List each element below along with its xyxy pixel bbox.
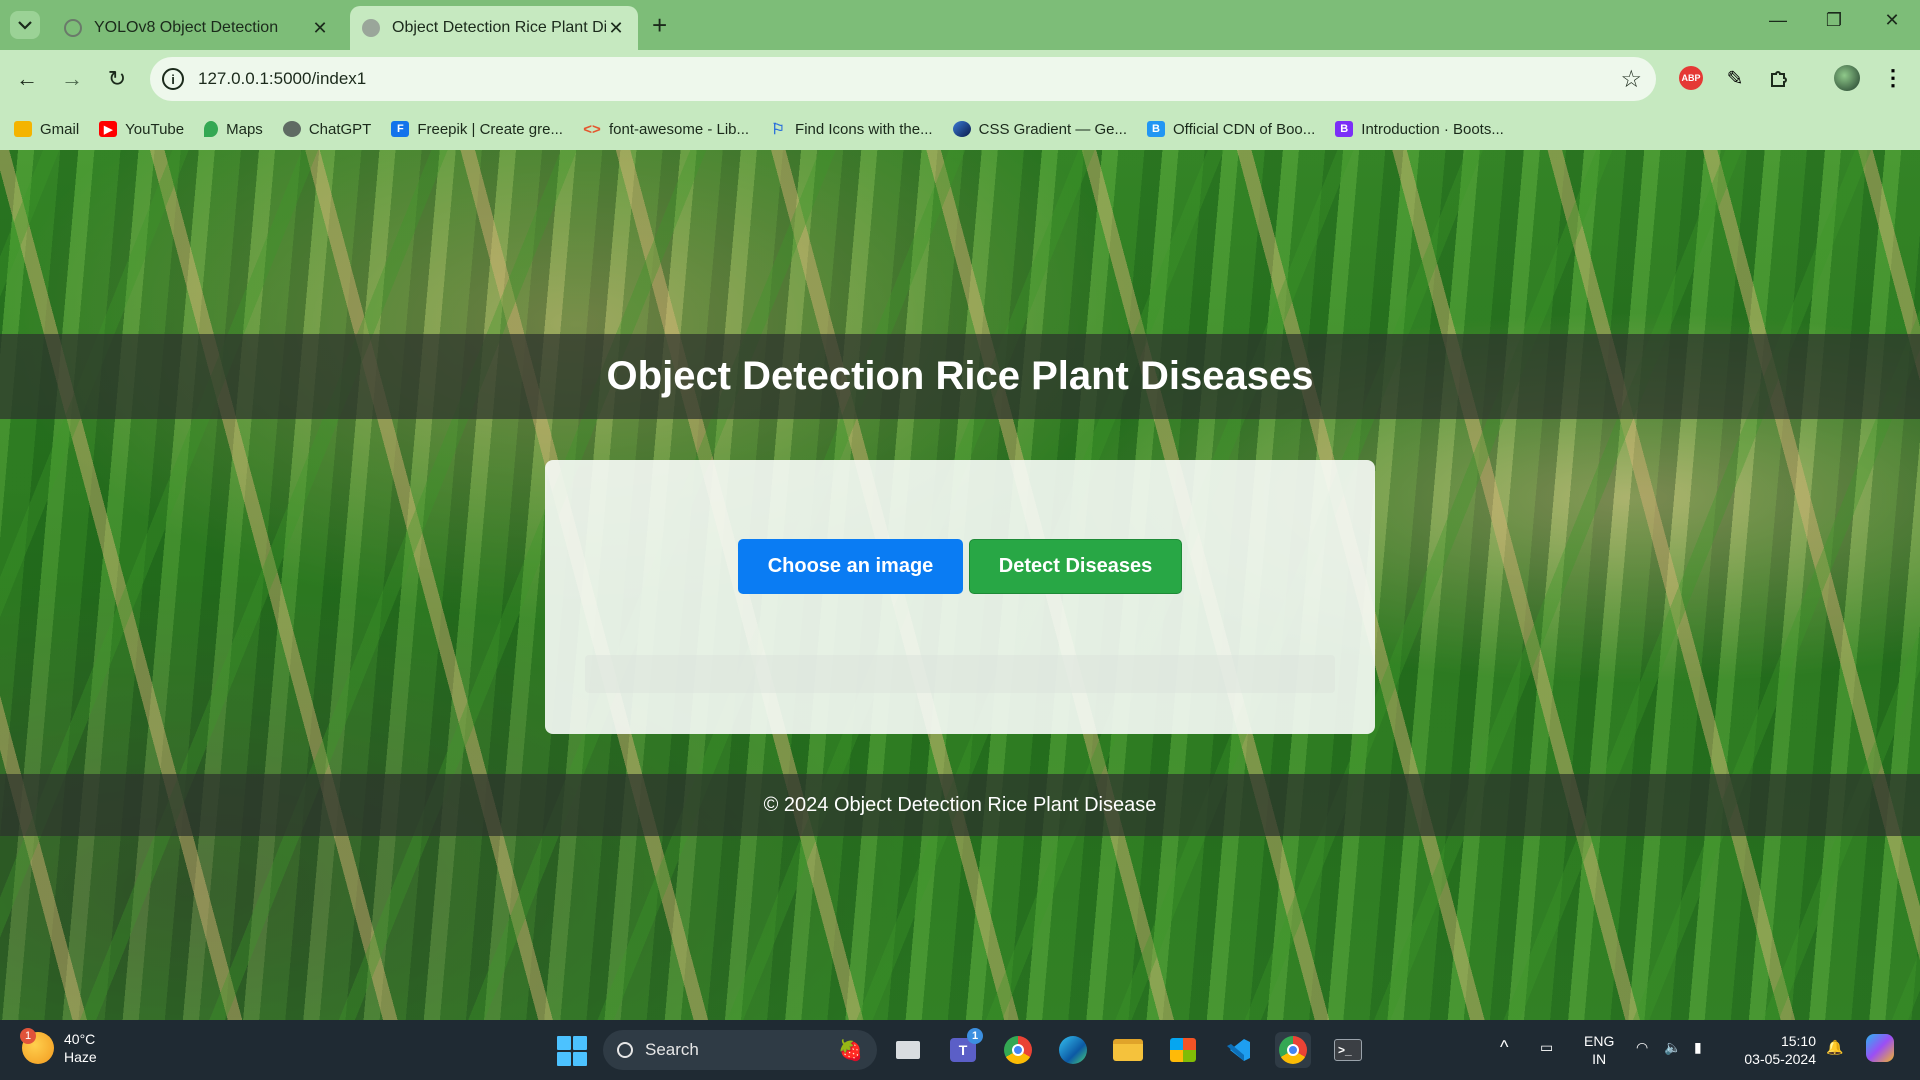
chrome-icon[interactable]: [1000, 1032, 1036, 1068]
microsoft-store-icon[interactable]: [1165, 1032, 1201, 1068]
tray-chevron-up-icon[interactable]: ^: [1500, 1038, 1508, 1056]
weather-condition-text: Haze: [64, 1049, 97, 1065]
profile-avatar[interactable]: [1832, 63, 1862, 93]
weather-badge: 1: [20, 1028, 36, 1044]
chrome-active-icon[interactable]: [1275, 1032, 1311, 1068]
menu-kebab-icon[interactable]: ⋮: [1878, 63, 1908, 93]
address-bar[interactable]: i 127.0.0.1:5000/index1 ☆: [150, 57, 1656, 101]
reload-icon[interactable]: ↻: [102, 64, 132, 94]
upload-card: Choose an image Detect Diseases: [545, 460, 1375, 734]
tab-title: YOLOv8 Object Detection: [94, 19, 279, 36]
temperature-text: 40°C: [64, 1031, 96, 1047]
tab-strip: YOLOv8 Object Detection ✕ Object Detecti…: [0, 0, 1920, 50]
new-tab-button[interactable]: +: [652, 10, 667, 41]
bookmark-star-icon[interactable]: ☆: [1620, 65, 1642, 94]
code-icon: <>: [583, 120, 601, 138]
teams-icon[interactable]: T 1: [945, 1028, 983, 1068]
bookmark-gmail[interactable]: Gmail: [14, 121, 79, 138]
freepik-icon: F: [391, 121, 410, 137]
weather-widget[interactable]: 1 40°C Haze: [20, 1028, 97, 1066]
taskbar-search[interactable]: Search 🍓: [603, 1030, 877, 1070]
forward-icon[interactable]: →: [57, 64, 87, 94]
tab-title: Object Detection Rice Plant Dise: [392, 19, 606, 36]
search-placeholder: Search: [645, 1040, 699, 1059]
vscode-icon[interactable]: [1220, 1032, 1256, 1068]
copilot-icon[interactable]: [1866, 1034, 1894, 1062]
youtube-icon: ▶: [99, 121, 118, 137]
bookmark-freepik[interactable]: F Freepik | Create gre...: [391, 121, 563, 138]
page-footer: © 2024 Object Detection Rice Plant Disea…: [0, 774, 1920, 836]
windows-taskbar: 1 40°C Haze Search 🍓 T 1 >_ ^ ▭ ENG IN ◠…: [0, 1020, 1920, 1080]
close-icon[interactable]: ✕: [606, 18, 626, 39]
tray-display-icon[interactable]: ▭: [1540, 1038, 1553, 1056]
bookmark-official-cdn[interactable]: B Official CDN of Boo...: [1147, 121, 1315, 138]
url-text[interactable]: 127.0.0.1:5000/index1: [198, 69, 366, 89]
chevron-down-icon: [18, 21, 32, 30]
terminal-icon[interactable]: >_: [1330, 1032, 1366, 1068]
notification-bell-icon[interactable]: 🔔: [1826, 1038, 1843, 1056]
search-icon: [617, 1042, 633, 1058]
back-icon[interactable]: ←: [12, 64, 42, 94]
browser-toolbar: ← → ↻ i 127.0.0.1:5000/index1 ☆ ABP ✎ ⋮: [0, 50, 1920, 108]
gmail-icon: [14, 121, 32, 137]
start-windows-icon[interactable]: [557, 1036, 587, 1066]
clock[interactable]: 15:10 03-05-2024: [1734, 1032, 1816, 1068]
bookmark-find-icons[interactable]: ⚐ Find Icons with the...: [769, 121, 932, 139]
close-window-icon[interactable]: ✕: [1872, 10, 1912, 31]
bookmark-youtube[interactable]: ▶ YouTube: [99, 121, 184, 138]
bookmarks-bar: Gmail ▶ YouTube Maps ChatGPT F Freepik |…: [0, 108, 1920, 150]
bookmark-css-gradient[interactable]: CSS Gradient — Ge...: [952, 121, 1127, 138]
minimize-icon[interactable]: —: [1758, 10, 1798, 31]
chatgpt-icon: [282, 121, 301, 137]
close-icon[interactable]: ✕: [310, 18, 330, 39]
extension-eye-icon[interactable]: ✎: [1720, 63, 1750, 93]
strawberry-icon: 🍓: [838, 1040, 863, 1062]
task-view-icon[interactable]: [890, 1032, 926, 1068]
battery-icon[interactable]: ▮: [1694, 1038, 1702, 1056]
b-icon: B: [1147, 121, 1165, 137]
file-explorer-icon[interactable]: [1110, 1032, 1146, 1068]
tab-rice-plant[interactable]: Object Detection Rice Plant Dise ✕: [350, 6, 638, 50]
wifi-icon[interactable]: ◠: [1636, 1038, 1648, 1056]
bookmark-font-awesome[interactable]: <> font-awesome - Lib...: [583, 121, 749, 138]
page-header: Object Detection Rice Plant Diseases: [0, 334, 1920, 419]
site-info-icon[interactable]: i: [162, 68, 184, 90]
edge-icon[interactable]: [1055, 1032, 1091, 1068]
bookmark-chatgpt[interactable]: ChatGPT: [282, 121, 371, 138]
maps-icon: [204, 121, 219, 137]
bookmark-bootstrap-intro[interactable]: B Introduction · Boots...: [1335, 121, 1504, 138]
flag-icon: ⚐: [771, 121, 785, 138]
page-title: Object Detection Rice Plant Diseases: [606, 354, 1314, 398]
volume-icon[interactable]: 🔈: [1664, 1038, 1681, 1056]
language-indicator[interactable]: ENG IN: [1584, 1032, 1614, 1068]
page-viewport: Object Detection Rice Plant Diseases Cho…: [0, 150, 1920, 1020]
detect-diseases-button[interactable]: Detect Diseases: [969, 539, 1182, 594]
choose-image-button[interactable]: Choose an image: [738, 539, 963, 594]
tab-yolov8[interactable]: YOLOv8 Object Detection ✕: [52, 6, 342, 50]
gradient-icon: [952, 121, 971, 137]
bootstrap-icon: B: [1335, 121, 1354, 137]
adblock-icon[interactable]: ABP: [1676, 63, 1706, 93]
tab-search-button[interactable]: [10, 11, 40, 39]
bookmark-maps[interactable]: Maps: [204, 121, 263, 138]
restore-icon[interactable]: ❐: [1814, 10, 1854, 31]
result-area: [585, 655, 1335, 693]
extensions-puzzle-icon[interactable]: [1764, 63, 1794, 93]
footer-text: © 2024 Object Detection Rice Plant Disea…: [763, 793, 1157, 816]
globe-icon: [64, 19, 82, 37]
teams-badge: 1: [967, 1028, 983, 1044]
weather-sun-icon: 1: [20, 1028, 54, 1064]
globe-icon: [362, 19, 380, 37]
